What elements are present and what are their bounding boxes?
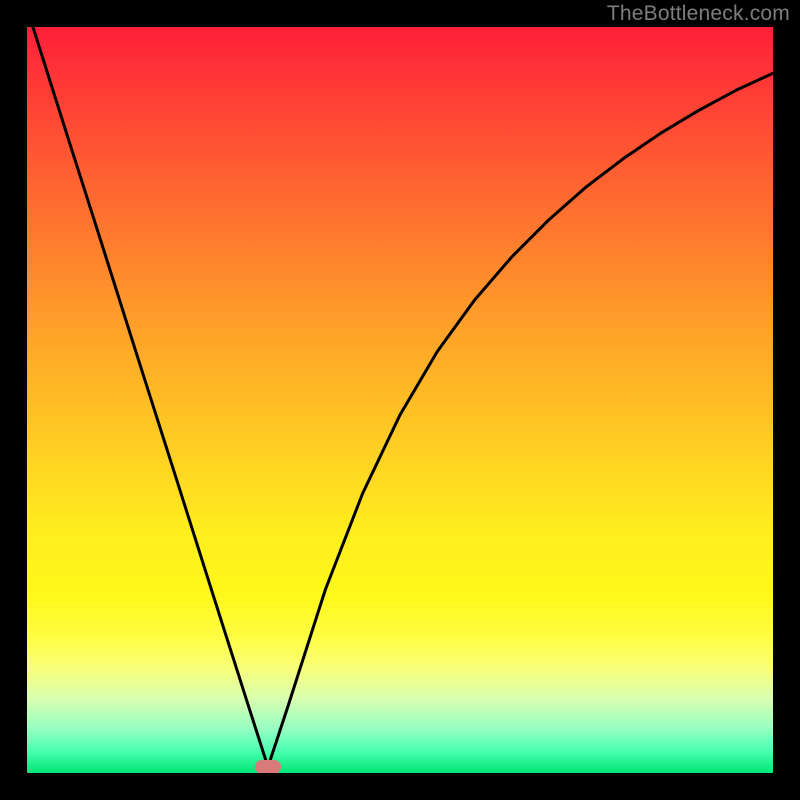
chart-frame: TheBottleneck.com bbox=[0, 0, 800, 800]
bottleneck-curve bbox=[27, 27, 773, 773]
plot-area bbox=[27, 27, 773, 773]
minimum-marker bbox=[255, 760, 281, 773]
watermark-text: TheBottleneck.com bbox=[607, 2, 790, 26]
